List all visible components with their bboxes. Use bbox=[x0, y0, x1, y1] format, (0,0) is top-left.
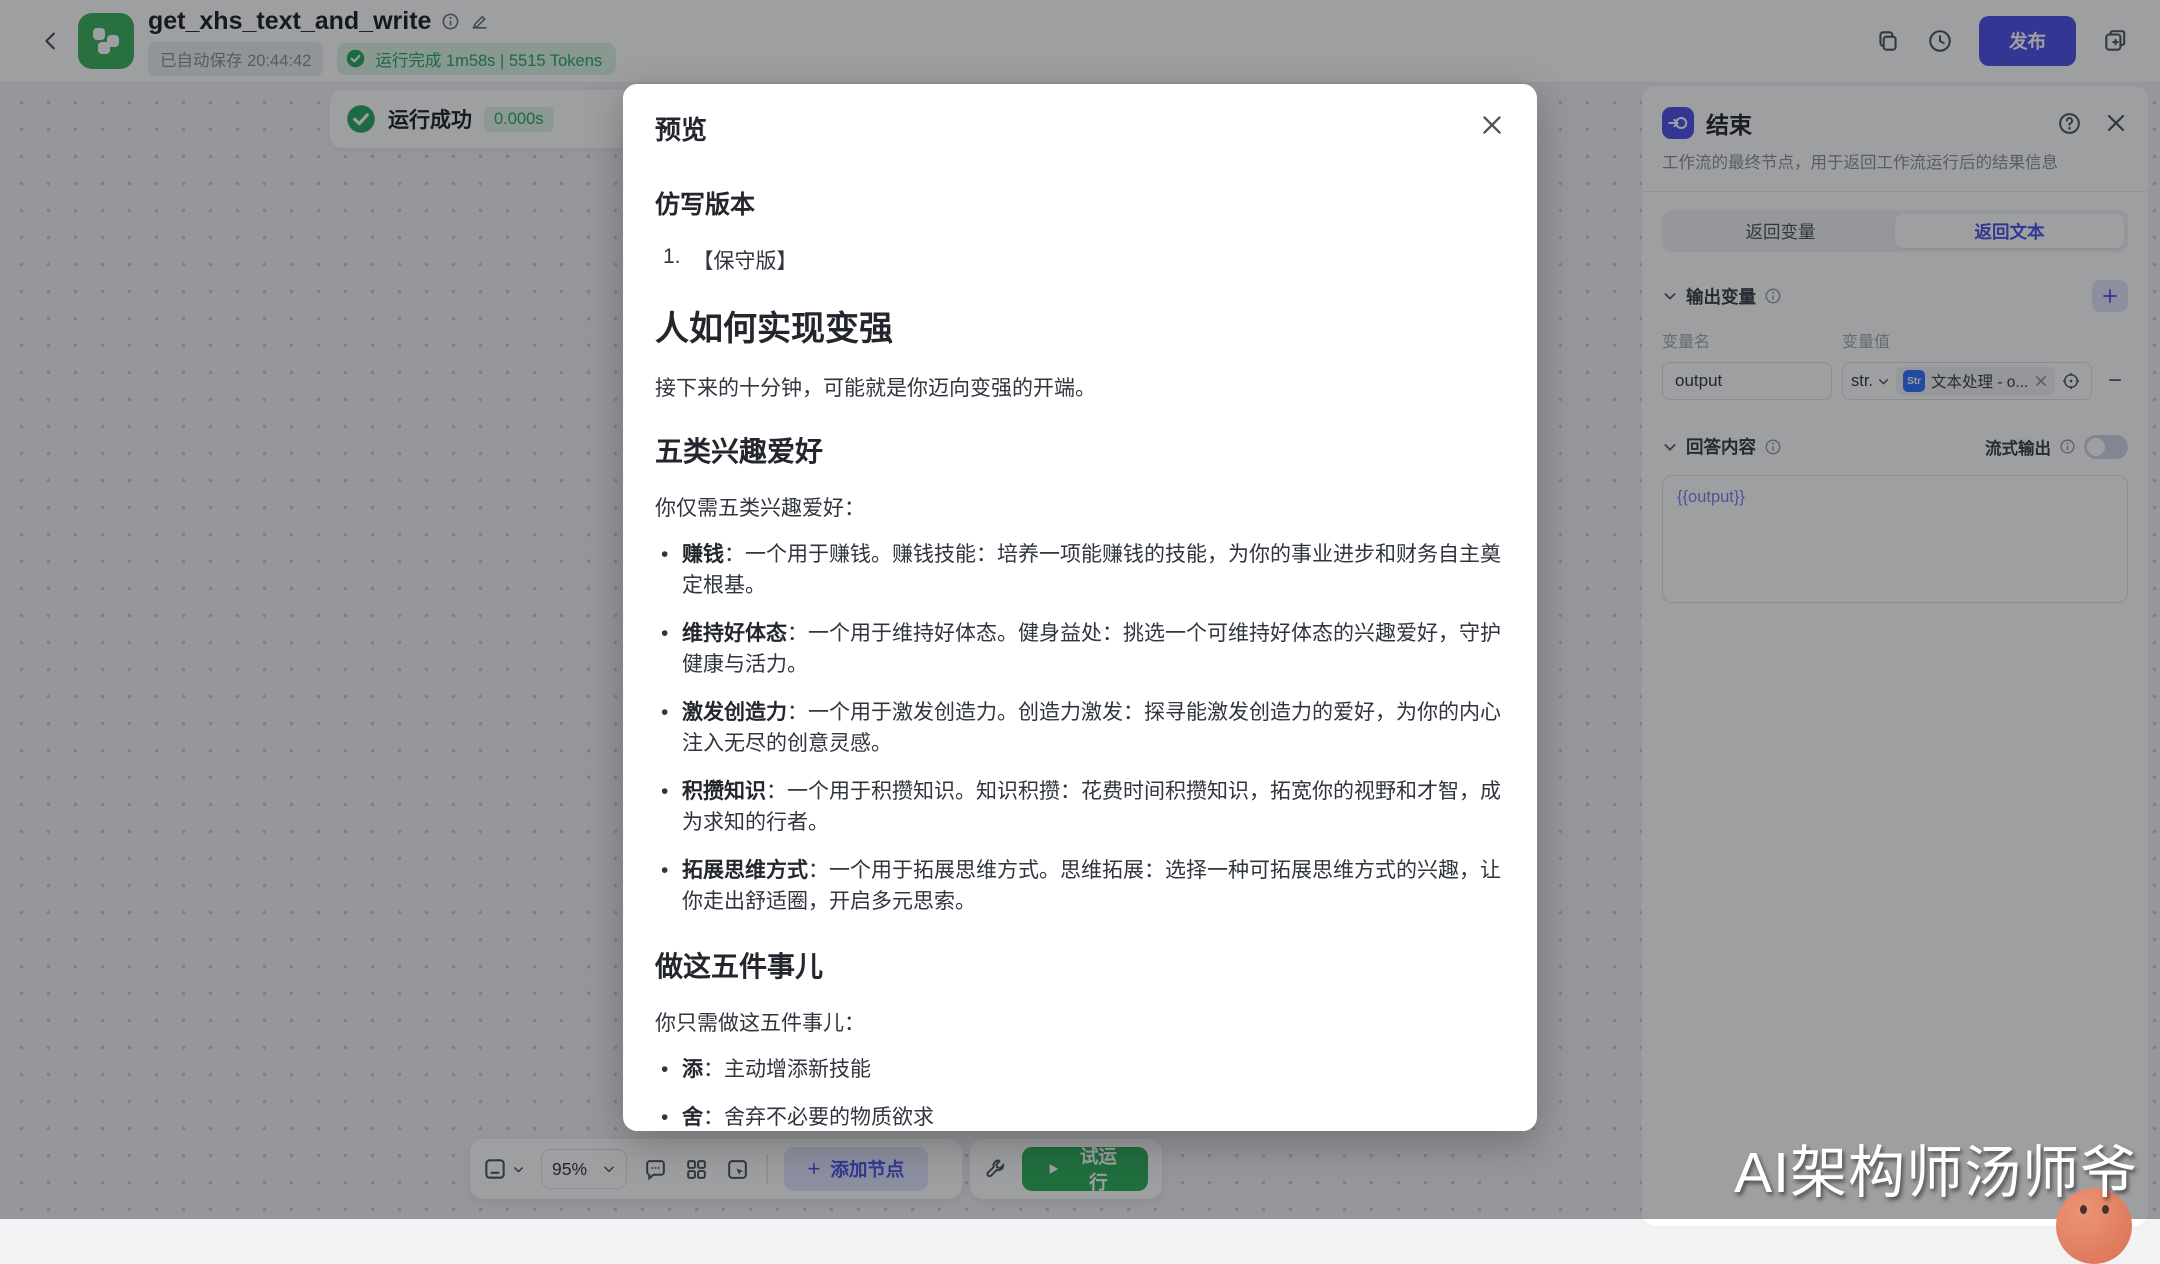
list-item: 添：主动增添新技能 bbox=[655, 1054, 1505, 1085]
ordered-list-item: 1. 【保守版】 bbox=[655, 245, 1505, 275]
bullet-text: ：一个用于维持好体态。健身益处：挑选一个可维持好体态的兴趣爱好，守护健康与活力。 bbox=[682, 622, 1501, 676]
content-actions-lead: 你只需做这五件事儿： bbox=[655, 1012, 865, 1035]
bullet-term: 积攒知识 bbox=[682, 780, 766, 803]
content-heading-versions: 仿写版本 bbox=[655, 191, 756, 219]
list-text: 【保守版】 bbox=[692, 250, 798, 273]
content-main-title: 人如何实现变强 bbox=[655, 310, 893, 348]
list-item: 拓展思维方式：一个用于拓展思维方式。思维拓展：选择一种可拓展思维方式的兴趣，让你… bbox=[655, 855, 1505, 917]
bullet-term: 添 bbox=[682, 1058, 703, 1081]
bullet-term: 拓展思维方式 bbox=[682, 859, 808, 882]
content-hobbies-lead: 你仅需五类兴趣爱好： bbox=[655, 497, 865, 520]
list-item: 积攒知识：一个用于积攒知识。知识积攒：花费时间积攒知识，拓宽你的视野和才智，成为… bbox=[655, 776, 1505, 838]
modal-close-icon[interactable] bbox=[1479, 112, 1505, 138]
list-item: 维持好体态：一个用于维持好体态。健身益处：挑选一个可维持好体态的兴趣爱好，守护健… bbox=[655, 618, 1505, 680]
modal-title: 预览 bbox=[655, 115, 708, 145]
hobbies-bullet-list: 赚钱：一个用于赚钱。赚钱技能：培养一项能赚钱的技能，为你的事业进步和财务自主奠定… bbox=[655, 539, 1505, 917]
bullet-term: 激发创造力 bbox=[682, 701, 787, 724]
content-heading-hobbies: 五类兴趣爱好 bbox=[655, 436, 824, 467]
content-intro: 接下来的十分钟，可能就是你迈向变强的开端。 bbox=[655, 377, 1096, 400]
actions-bullet-list: 添：主动增添新技能 舍：舍弃不必要的物质欲求 公式：喜爱 × 擅长 × 社会需求… bbox=[655, 1054, 1505, 1131]
bullet-term: 舍 bbox=[682, 1106, 703, 1129]
bullet-term: 赚钱 bbox=[682, 543, 724, 566]
bullet-text: ：一个用于赚钱。赚钱技能：培养一项能赚钱的技能，为你的事业进步和财务自主奠定根基… bbox=[682, 543, 1501, 597]
bullet-text: ：舍弃不必要的物质欲求 bbox=[703, 1106, 934, 1129]
bullet-text: ：主动增添新技能 bbox=[703, 1058, 871, 1081]
watermark-text: AI架构师汤师爷 bbox=[1734, 1141, 2138, 1205]
bullet-text: ：一个用于激发创造力。创造力激发：探寻能激发创造力的爱好，为你的内心注入无尽的创… bbox=[682, 701, 1501, 755]
list-item: 赚钱：一个用于赚钱。赚钱技能：培养一项能赚钱的技能，为你的事业进步和财务自主奠定… bbox=[655, 539, 1505, 601]
content-heading-actions: 做这五件事儿 bbox=[655, 951, 824, 982]
list-number: 1. bbox=[663, 245, 681, 268]
list-item: 舍：舍弃不必要的物质欲求 bbox=[655, 1102, 1505, 1131]
bullet-text: ：一个用于积攒知识。知识积攒：花费时间积攒知识，拓宽你的视野和才智，成为求知的行… bbox=[682, 780, 1501, 834]
preview-modal: 预览 仿写版本 1. 【保守版】 人如何实现变强 接下来的十分钟，可能就是你迈向… bbox=[623, 84, 1537, 1131]
bullet-term: 维持好体态 bbox=[682, 622, 787, 645]
list-item: 激发创造力：一个用于激发创造力。创造力激发：探寻能激发创造力的爱好，为你的内心注… bbox=[655, 697, 1505, 759]
